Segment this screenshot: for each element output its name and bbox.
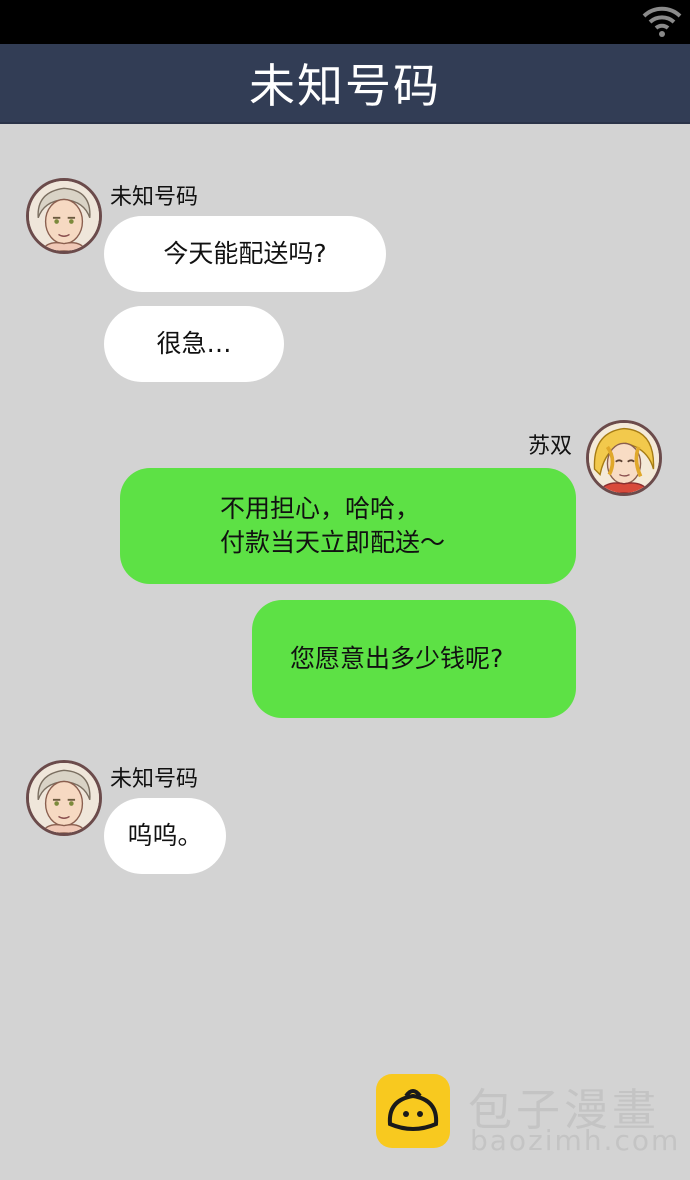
message-text: 呜呜。 — [127, 820, 203, 850]
wifi-icon — [642, 6, 682, 37]
message-text: 不用担心，哈哈， 付款当天立即配送～ — [220, 493, 446, 558]
sender-avatar-su-shuang[interactable] — [586, 420, 662, 496]
message-bubble-outgoing[interactable]: 不用担心，哈哈， 付款当天立即配送～ — [120, 468, 576, 584]
watermark: 包子漫畫 baozimh.com — [376, 1074, 678, 1158]
sender-name: 未知号码 — [110, 767, 199, 792]
sender-avatar-unknown[interactable] — [26, 178, 102, 254]
sender-name: 苏双 — [528, 434, 573, 459]
message-bubble-incoming[interactable]: 今天能配送吗? — [104, 216, 386, 292]
message-bubble-outgoing[interactable]: 您愿意出多少钱呢? — [252, 600, 576, 718]
message-text: 您愿意出多少钱呢? — [290, 643, 504, 673]
message-text: 很急… — [156, 328, 232, 358]
page-title: 未知号码 — [249, 59, 441, 113]
bun-logo-icon — [376, 1074, 450, 1148]
status-bar — [0, 0, 690, 44]
message-bubble-incoming[interactable]: 很急… — [104, 306, 284, 382]
message-bubble-incoming[interactable]: 呜呜。 — [104, 798, 226, 874]
sender-name: 未知号码 — [110, 185, 199, 210]
message-text: 今天能配送吗? — [163, 238, 327, 268]
chat-header: 未知号码 — [0, 44, 690, 124]
sender-avatar-unknown[interactable] — [26, 760, 102, 836]
watermark-url: baozimh.com — [470, 1124, 681, 1157]
